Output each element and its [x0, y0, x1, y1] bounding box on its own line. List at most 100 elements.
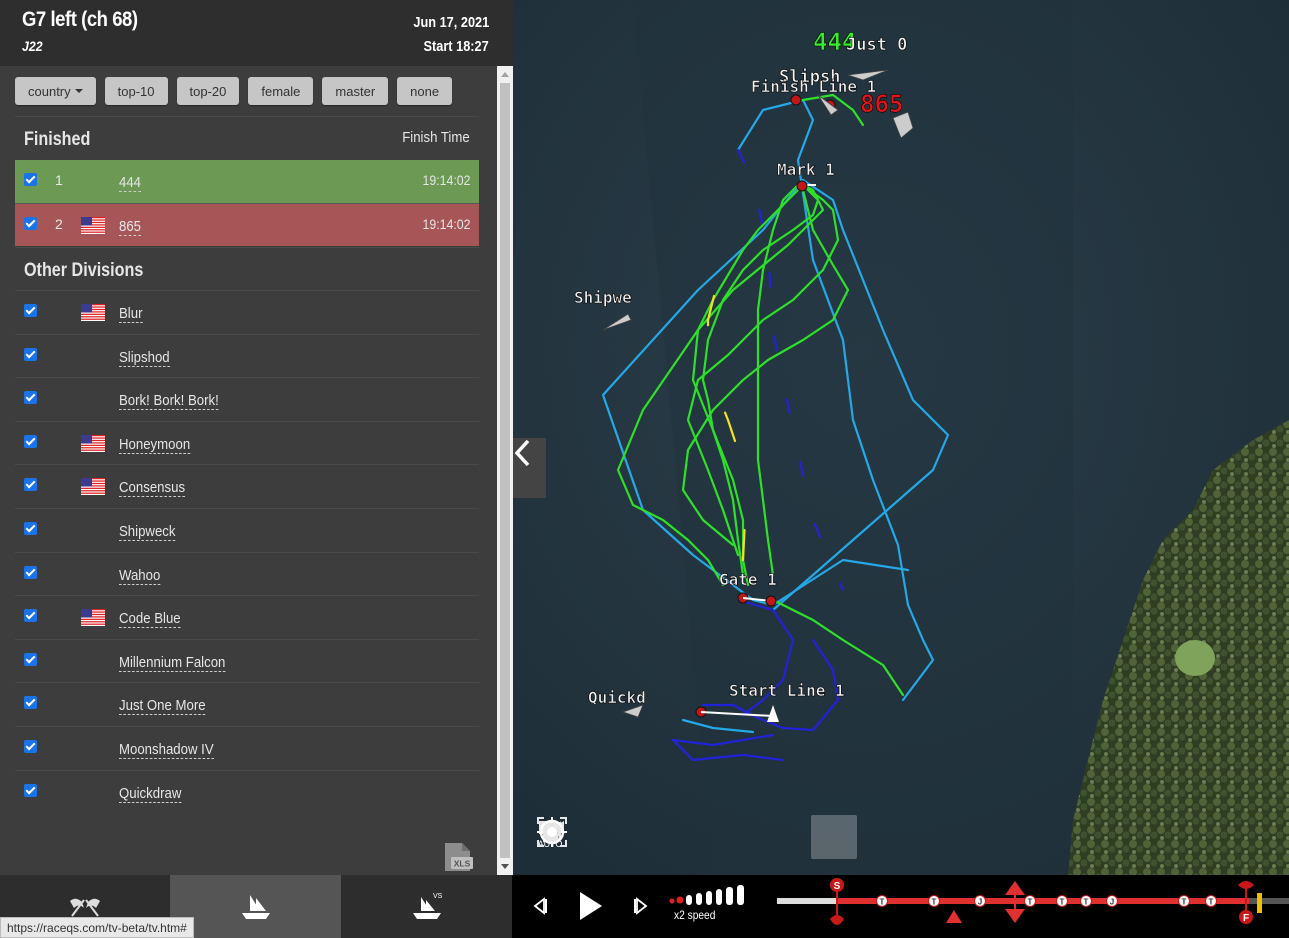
versus-boats-icon: VS: [412, 893, 443, 919]
row-boat-name[interactable]: Wahoo: [119, 567, 161, 585]
row-boat-name[interactable]: Consensus: [119, 479, 186, 498]
row-checkbox[interactable]: [24, 217, 37, 230]
step-back-button[interactable]: [522, 889, 558, 923]
row-boat-name[interactable]: Moonshadow IV: [119, 741, 214, 759]
timeline-jibe-marker[interactable]: J: [1106, 895, 1118, 907]
sail-button[interactable]: [537, 815, 765, 859]
timeline-tack-marker[interactable]: T: [1024, 895, 1036, 907]
svg-text:T: T: [880, 898, 885, 907]
row-checkbox[interactable]: [24, 740, 37, 753]
row-checkbox[interactable]: [24, 434, 37, 448]
division-row[interactable]: Wahoo: [15, 551, 479, 595]
timeline-tack-marker[interactable]: T: [876, 895, 888, 907]
us-flag-icon: [81, 217, 105, 234]
tracks-button[interactable]: [537, 815, 719, 859]
row-checkbox[interactable]: [24, 696, 37, 710]
helm-button[interactable]: [537, 815, 811, 859]
timeline-playhead[interactable]: [1257, 893, 1262, 913]
timeline-tack-marker[interactable]: T: [1056, 895, 1068, 907]
svg-text:T: T: [1209, 898, 1214, 907]
tab-versus[interactable]: VS: [341, 875, 512, 938]
finished-row[interactable]: 2 865 19:14:02: [15, 203, 479, 246]
row-checkbox[interactable]: [24, 391, 37, 405]
row-checkbox[interactable]: [24, 565, 37, 579]
svg-text:VS: VS: [433, 893, 443, 900]
race-class: J22: [22, 38, 43, 54]
row-boat-name[interactable]: Blur: [119, 305, 143, 323]
row-boat-name[interactable]: Bork! Bork! Bork!: [119, 392, 219, 411]
boat-quickd-label[interactable]: Quickd: [588, 688, 646, 708]
results-list[interactable]: country top-10 top-20 female master none…: [0, 66, 497, 875]
filter-top20-button[interactable]: top-20: [176, 77, 240, 105]
division-row[interactable]: Honeymoon: [15, 420, 479, 464]
scroll-thumb[interactable]: [500, 83, 510, 858]
timeline-tack-marker[interactable]: T: [928, 895, 940, 907]
results-scrollbar[interactable]: [497, 66, 513, 875]
timeline-tack-marker[interactable]: T: [1205, 895, 1217, 907]
row-boat-name[interactable]: 444: [119, 174, 142, 192]
row-checkbox[interactable]: [24, 522, 37, 535]
row-boat-name[interactable]: Just One More: [119, 697, 206, 716]
finished-section-header: Finished Finish Time: [15, 116, 479, 159]
other-divisions-label: Other Divisions: [24, 260, 144, 281]
division-row[interactable]: Just One More: [15, 682, 479, 725]
row-checkbox[interactable]: [24, 173, 37, 186]
boat-just-label[interactable]: Just 0: [846, 35, 908, 56]
timeline-mark-marker[interactable]: [946, 910, 962, 923]
scroll-up-icon[interactable]: [501, 72, 509, 77]
row-boat-name[interactable]: Shipweck: [119, 523, 176, 541]
gate1-label: Gate 1: [719, 570, 777, 589]
row-boat-name[interactable]: Millennium Falcon: [119, 654, 226, 672]
timeline-jibe-marker[interactable]: J: [974, 895, 986, 907]
row-checkbox[interactable]: [24, 478, 37, 492]
division-row[interactable]: Millennium Falcon: [15, 638, 479, 682]
filter-top10-button[interactable]: top-10: [104, 77, 168, 105]
fit-map-button[interactable]: [537, 815, 627, 859]
division-row[interactable]: Consensus: [15, 464, 479, 507]
filter-master-button[interactable]: master: [322, 77, 389, 105]
row-checkbox[interactable]: [24, 783, 37, 797]
target-button[interactable]: [537, 815, 857, 859]
division-row[interactable]: Bork! Bork! Bork!: [15, 377, 479, 420]
race-map[interactable]: 444 Just 0 Slipsh Finish Line 1 865 Mark…: [513, 0, 1289, 875]
field: [1175, 640, 1215, 676]
filter-none-button[interactable]: none: [397, 77, 453, 105]
timeline-tack-marker[interactable]: T: [1080, 895, 1092, 907]
tab-fleet[interactable]: [170, 875, 341, 938]
division-row[interactable]: Code Blue: [15, 595, 479, 638]
svg-text:XLS: XLS: [454, 859, 471, 869]
boat-shipwe-label[interactable]: Shipwe: [574, 288, 632, 308]
division-row[interactable]: Quickdraw: [15, 769, 479, 813]
speed-selector[interactable]: [667, 885, 757, 907]
svg-text:S: S: [834, 881, 841, 892]
play-button[interactable]: [572, 889, 608, 923]
boat-865-label[interactable]: 865: [860, 90, 904, 119]
filter-country-button[interactable]: country: [15, 77, 96, 105]
row-boat-name[interactable]: Slipshod: [119, 349, 170, 367]
map-canvas[interactable]: 444 Just 0 Slipsh Finish Line 1 865 Mark…: [513, 0, 1289, 875]
svg-text:T: T: [1084, 898, 1089, 907]
collapse-panel-button[interactable]: [513, 438, 546, 498]
row-boat-name[interactable]: Code Blue: [119, 610, 181, 629]
filter-female-button[interactable]: female: [248, 77, 314, 105]
row-checkbox[interactable]: [24, 609, 37, 623]
division-row[interactable]: Moonshadow IV: [15, 726, 479, 769]
row-boat-name[interactable]: Honeymoon: [119, 436, 191, 454]
division-row[interactable]: Slipshod: [15, 333, 479, 377]
xls-export-icon[interactable]: XLS: [442, 842, 474, 872]
finish-time-header: Finish Time: [402, 129, 470, 146]
division-row[interactable]: Blur: [15, 290, 479, 333]
row-checkbox[interactable]: [24, 304, 37, 317]
race-timeline[interactable]: T T J T T T J T T S F: [774, 875, 1289, 938]
finished-row[interactable]: 1 444 19:14:02: [15, 160, 479, 203]
row-boat-name[interactable]: Quickdraw: [119, 785, 182, 803]
row-checkbox[interactable]: [24, 652, 37, 666]
timeline-tack-marker[interactable]: T: [1178, 895, 1190, 907]
speed-label: x2 speed: [674, 908, 716, 922]
step-forward-button[interactable]: [623, 889, 659, 923]
scroll-down-icon[interactable]: [501, 864, 509, 869]
row-checkbox[interactable]: [24, 347, 37, 361]
division-row[interactable]: Shipweck: [15, 508, 479, 551]
fit-fleet-button[interactable]: [537, 815, 673, 859]
row-boat-name[interactable]: 865: [119, 218, 142, 236]
